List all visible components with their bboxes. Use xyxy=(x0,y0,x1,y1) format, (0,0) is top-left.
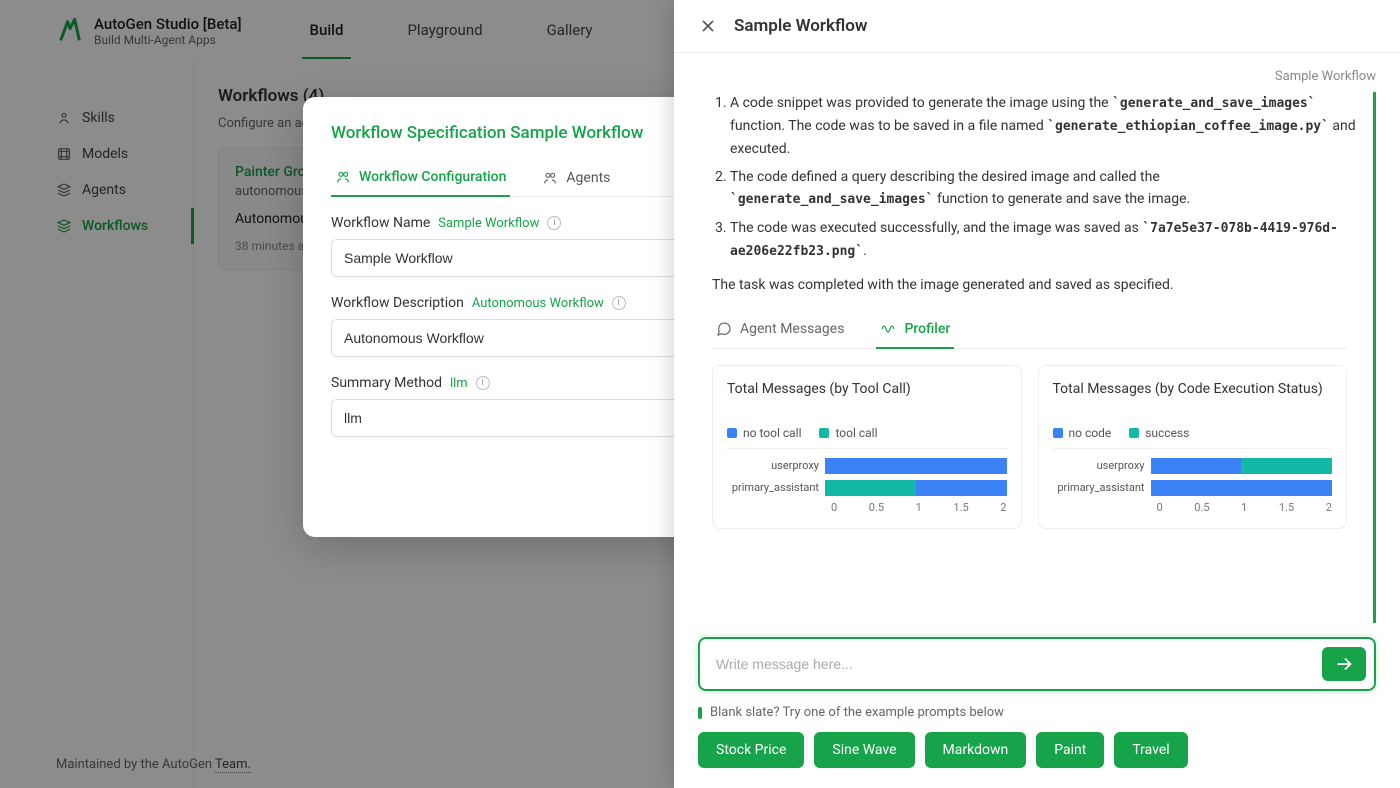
info-icon[interactable]: i xyxy=(476,376,490,390)
chart-title: Total Messages (by Tool Call) xyxy=(727,380,1007,416)
field-desc-label: Workflow Description xyxy=(331,295,464,311)
field-summary-label: Summary Method xyxy=(331,375,442,391)
modal-tab-config-label: Workflow Configuration xyxy=(359,169,506,185)
field-name-label: Workflow Name xyxy=(331,215,430,231)
bar-label: primary_assistant xyxy=(1053,481,1151,494)
modal-tab-agents[interactable]: Agents xyxy=(538,159,614,196)
chip-sine-wave[interactable]: Sine Wave xyxy=(814,732,914,768)
config-icon xyxy=(335,169,351,185)
message-box xyxy=(698,637,1376,691)
chart-legend: no tool call tool call xyxy=(727,426,1007,449)
input-area: Blank slate? Try one of the example prom… xyxy=(674,623,1400,788)
drawer-title: Sample Workflow xyxy=(734,16,867,36)
info-icon[interactable]: i xyxy=(547,216,561,230)
modal-title-name: Sample Workflow xyxy=(510,123,643,143)
legend-swatch xyxy=(1129,428,1139,438)
bar-track xyxy=(1151,457,1333,475)
scroll-area[interactable]: A code snippet was provided to generate … xyxy=(698,92,1376,623)
chart-tool-call: Total Messages (by Tool Call) no tool ca… xyxy=(712,365,1022,529)
chart-bars: userproxy primary_assistant xyxy=(727,457,1007,514)
chart-axis: 00.511.52 xyxy=(1157,501,1333,514)
legend-label: tool call xyxy=(835,426,877,440)
bar-track xyxy=(1151,479,1333,497)
bar-label: userproxy xyxy=(1053,459,1151,472)
field-desc-hint: Autonomous Workflow xyxy=(472,296,604,311)
field-summary-hint: llm xyxy=(450,376,468,391)
modal-tab-agents-label: Agents xyxy=(566,170,610,186)
panel-tabs: Agent Messages Profiler xyxy=(712,311,1347,349)
send-button[interactable] xyxy=(1322,647,1366,681)
prompt-chips: Stock Price Sine Wave Markdown Paint Tra… xyxy=(698,732,1376,768)
hint-text: Blank slate? Try one of the example prom… xyxy=(710,705,1004,720)
modal-title-prefix: Workflow Specification xyxy=(331,123,506,143)
chart-legend: no code success xyxy=(1053,426,1333,449)
legend-label: success xyxy=(1145,426,1189,440)
log-step: The code was executed successfully, and … xyxy=(730,217,1361,263)
workflow-drawer: Sample Workflow Sample Workflow A code s… xyxy=(674,0,1400,788)
tab-profiler-label: Profiler xyxy=(904,321,950,337)
legend-swatch xyxy=(1053,428,1063,438)
close-icon[interactable] xyxy=(698,16,718,36)
field-name-hint: Sample Workflow xyxy=(438,216,539,231)
bar-label: primary_assistant xyxy=(727,481,825,494)
legend-label: no code xyxy=(1069,426,1112,440)
legend-swatch xyxy=(727,428,737,438)
agents-tab-icon xyxy=(542,170,558,186)
chart-title: Total Messages (by Code Execution Status… xyxy=(1053,380,1333,416)
chart-axis: 00.511.52 xyxy=(831,501,1007,514)
bar-track xyxy=(825,457,1007,475)
chart-code-exec: Total Messages (by Code Execution Status… xyxy=(1038,365,1348,529)
drawer-body: Sample Workflow A code snippet was provi… xyxy=(674,53,1400,623)
execution-log: A code snippet was provided to generate … xyxy=(698,92,1361,263)
modal-tab-config[interactable]: Workflow Configuration xyxy=(331,159,510,197)
summary-line: The task was completed with the image ge… xyxy=(712,277,1361,293)
chart-bars: userproxy primary_assistant xyxy=(1053,457,1333,514)
chip-stock-price[interactable]: Stock Price xyxy=(698,732,804,768)
bar-label: userproxy xyxy=(727,459,825,472)
bar-track xyxy=(825,479,1007,497)
message-input[interactable] xyxy=(716,656,1322,672)
chip-paint[interactable]: Paint xyxy=(1036,732,1104,768)
hint-indicator xyxy=(698,707,702,719)
drawer-header: Sample Workflow xyxy=(674,0,1400,53)
send-icon xyxy=(1333,653,1355,675)
tab-messages-label: Agent Messages xyxy=(740,321,844,337)
legend-swatch xyxy=(819,428,829,438)
tab-agent-messages[interactable]: Agent Messages xyxy=(712,311,848,348)
tab-profiler[interactable]: Profiler xyxy=(876,311,954,349)
messages-icon xyxy=(716,321,732,337)
log-step: A code snippet was provided to generate … xyxy=(730,92,1361,160)
chip-markdown[interactable]: Markdown xyxy=(925,732,1027,768)
profiler-icon xyxy=(880,321,896,337)
prompt-hint: Blank slate? Try one of the example prom… xyxy=(698,705,1376,720)
breadcrumb[interactable]: Sample Workflow xyxy=(698,69,1376,84)
charts-row: Total Messages (by Tool Call) no tool ca… xyxy=(698,365,1361,529)
info-icon[interactable]: i xyxy=(612,296,626,310)
chip-travel[interactable]: Travel xyxy=(1114,732,1187,768)
log-step: The code defined a query describing the … xyxy=(730,166,1361,211)
legend-label: no tool call xyxy=(743,426,801,440)
